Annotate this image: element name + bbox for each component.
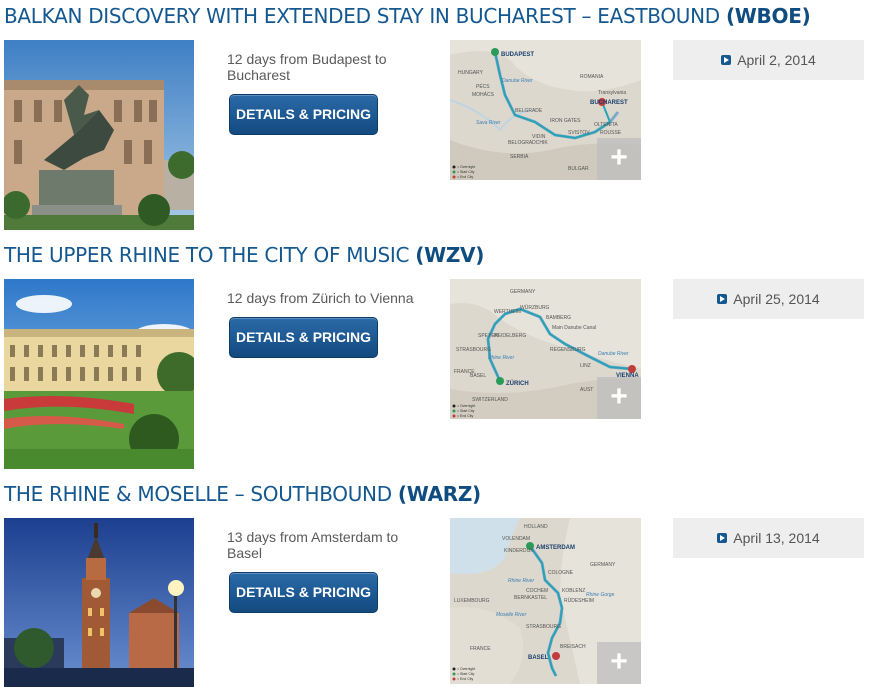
- map-label: HUNGARY: [458, 70, 484, 76]
- route-map[interactable]: ZÜRICH VIENNA GERMANY FRANCE SWITZERLAND…: [450, 279, 641, 419]
- cruise-code: (WARZ): [397, 482, 481, 506]
- map-legend: = Overnight: [457, 667, 475, 671]
- map-label: REGENSBURG: [550, 347, 586, 353]
- cruise-name[interactable]: Balkan Discovery with Extended Stay in B…: [4, 4, 720, 28]
- cruise-title[interactable]: Balkan Discovery with Extended Stay in B…: [4, 4, 811, 28]
- departure-date-link[interactable]: April 2, 2014: [673, 40, 864, 80]
- cruise-description: 12 days from Budapest to Bucharest: [227, 51, 387, 83]
- cruise-listing: Balkan Discovery with Extended Stay in B…: [0, 0, 870, 239]
- map-legend: = End City: [457, 677, 473, 681]
- map-label: BREISACH: [560, 644, 586, 650]
- map-label: HEIDELBERG: [494, 333, 526, 339]
- map-label: BERNKASTEL: [514, 595, 547, 601]
- map-legend: = Start City: [457, 170, 475, 174]
- cruise-title[interactable]: The Rhine & Moselle – Southbound (WARZ): [4, 482, 481, 506]
- map-label: WERTHEIM: [494, 309, 521, 315]
- map-label: Sava River: [476, 120, 501, 126]
- map-label: SERBIA: [510, 154, 529, 160]
- map-legend: = End City: [457, 175, 473, 179]
- map-label: ZÜRICH: [506, 380, 529, 387]
- play-arrow-icon: [721, 55, 732, 65]
- cruise-listing: The Rhine & Moselle – Southbound (WARZ): [0, 478, 870, 687]
- cruise-description: 12 days from Zürich to Vienna: [227, 290, 414, 306]
- cruise-photo[interactable]: [4, 279, 194, 469]
- departure-date-link[interactable]: April 25, 2014: [673, 279, 864, 319]
- map-label: LINZ: [580, 363, 591, 369]
- map-legend: = Start City: [457, 409, 475, 413]
- map-label: GERMANY: [590, 562, 616, 568]
- map-label: Rhine River: [488, 355, 514, 361]
- map-legend: = Start City: [457, 672, 475, 676]
- map-label: Moselle River: [496, 612, 527, 618]
- map-legend: = Overnight: [457, 404, 475, 408]
- route-map[interactable]: AMSTERDAM BASEL HOLLAND GERMANY LUXEMBOU…: [450, 518, 641, 684]
- play-arrow-icon: [717, 533, 728, 543]
- map-label: KINDERDIJK: [504, 548, 534, 554]
- details-pricing-button[interactable]: DETAILS & PRICING: [229, 572, 378, 613]
- map-label: Rhine Gorge: [586, 592, 615, 598]
- map-label: Transylvania: [598, 90, 626, 96]
- map-label: PÉCS: [476, 83, 490, 90]
- map-label: SWITZERLAND: [472, 397, 508, 403]
- cruise-listing: The Upper Rhine to the City of Music (WZ…: [0, 239, 870, 478]
- cruise-code: (WZV): [415, 243, 485, 267]
- map-label: AUST: [580, 387, 593, 393]
- map-label: SVISTOV: [568, 130, 590, 136]
- details-pricing-button[interactable]: DETAILS & PRICING: [229, 317, 378, 358]
- departure-date-link[interactable]: April 13, 2014: [673, 518, 864, 558]
- map-label: AMSTERDAM: [536, 545, 575, 551]
- map-legend: = End City: [457, 414, 473, 418]
- map-label: ROUSSE: [600, 130, 622, 136]
- map-label: BELGRADE: [515, 108, 543, 114]
- cruise-code: (WBOE): [725, 4, 811, 28]
- map-label: BAMBERG: [546, 315, 571, 321]
- map-label: ROMANIA: [580, 74, 604, 80]
- map-label: OLTENITA: [594, 122, 618, 128]
- map-label: Main Danube Canal: [552, 325, 596, 331]
- plus-icon[interactable]: +: [597, 642, 641, 684]
- details-pricing-button[interactable]: DETAILS & PRICING: [229, 94, 378, 135]
- map-label: STRASBOURG: [526, 624, 561, 630]
- map-label: LUXEMBOURG: [454, 598, 490, 604]
- map-label: Danube River: [598, 351, 629, 357]
- departure-date: April 13, 2014: [733, 530, 820, 546]
- map-label: BULGAR: [568, 166, 589, 172]
- map-label: KOBLENZ: [562, 588, 585, 594]
- departure-date: April 25, 2014: [733, 291, 820, 307]
- map-legend: = Overnight: [457, 165, 475, 169]
- map-label: GERMANY: [510, 289, 536, 295]
- cruise-name[interactable]: The Upper Rhine to the City of Music: [4, 243, 409, 267]
- map-label: Rhine River: [508, 578, 534, 584]
- cruise-photo[interactable]: [4, 518, 194, 687]
- cruise-title[interactable]: The Upper Rhine to the City of Music (WZ…: [4, 243, 484, 267]
- play-arrow-icon: [717, 294, 728, 304]
- cruise-name[interactable]: The Rhine & Moselle – Southbound: [4, 482, 392, 506]
- map-label: COCHEM: [526, 588, 548, 594]
- route-map[interactable]: BUDAPEST BUCHAREST HUNGARY ROMANIA SERBI…: [450, 40, 641, 180]
- map-label: STRASBOURG: [456, 347, 491, 353]
- cruise-photo[interactable]: [4, 40, 194, 230]
- map-label: Danube River: [502, 78, 533, 84]
- map-label: COLOGNE: [548, 570, 574, 576]
- map-label: BELOGRADCHIK: [508, 140, 548, 146]
- map-label: BUDAPEST: [501, 52, 534, 58]
- map-label: HOLLAND: [524, 524, 548, 530]
- map-label: FRANCE: [470, 646, 491, 652]
- map-label: IRON GATES: [550, 118, 581, 124]
- map-label: WÜRZBURG: [520, 304, 550, 311]
- map-label: MOHÁCS: [472, 91, 495, 98]
- cruise-description: 13 days from Amsterdam to Basel: [227, 529, 399, 561]
- plus-icon[interactable]: +: [597, 138, 641, 180]
- map-label: RÜDESHEIM: [564, 597, 594, 604]
- departure-date: April 2, 2014: [737, 52, 816, 68]
- map-label: BASEL: [528, 655, 549, 661]
- map-label: BUCHAREST: [590, 100, 628, 106]
- plus-icon[interactable]: +: [597, 377, 641, 419]
- map-label: BASEL: [470, 373, 486, 379]
- map-label: VOLENDAM: [502, 536, 530, 542]
